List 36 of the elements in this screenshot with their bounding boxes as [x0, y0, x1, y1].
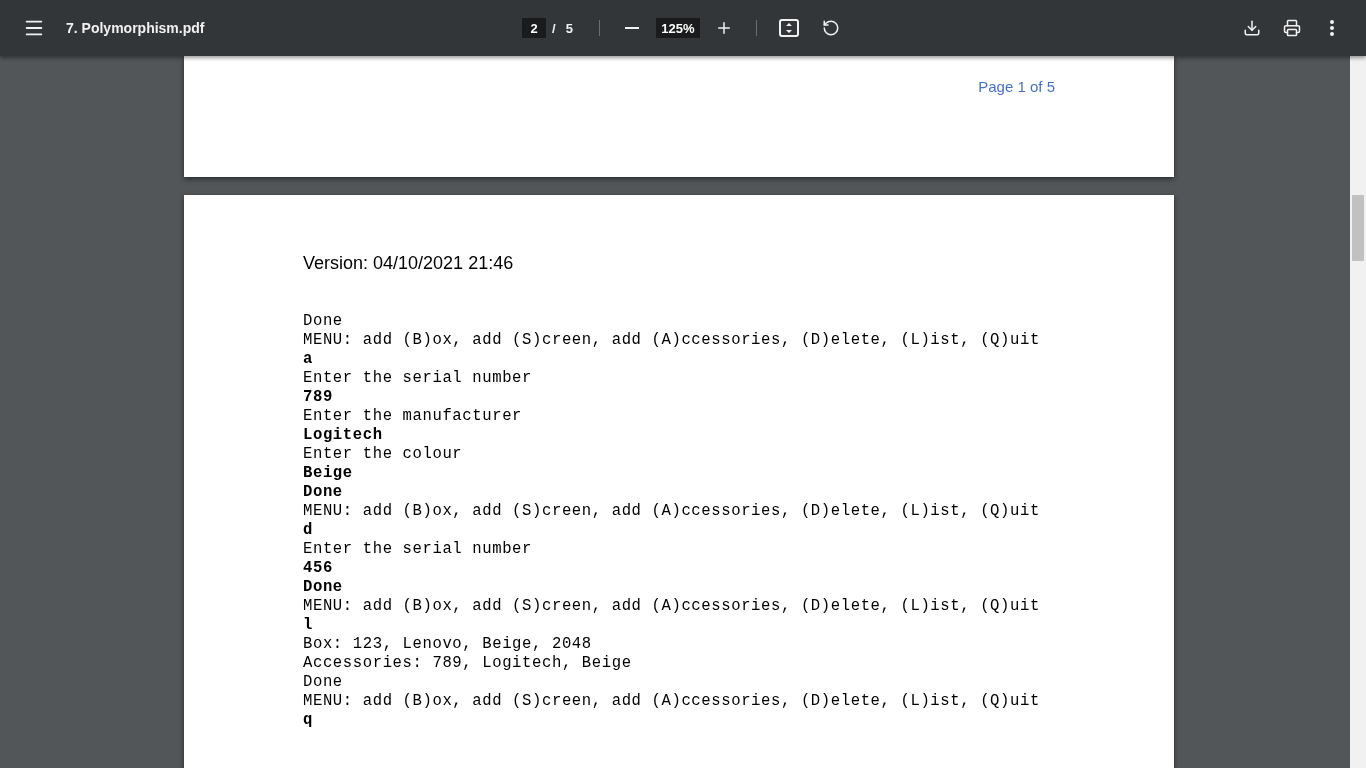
console-line: MENU: add (B)ox, add (S)creen, add (A)ccessories, (D)elete, (L)ist, (Q)uit: [303, 331, 1040, 350]
console-line: a: [303, 350, 313, 369]
page-separator: /: [552, 20, 556, 36]
page-total: 5: [565, 20, 573, 36]
console-line: l: [303, 616, 313, 635]
print-icon: [1283, 19, 1301, 37]
scrollbar[interactable]: [1350, 56, 1366, 768]
console-line: Accessories: 789, Logitech, Beige: [303, 654, 632, 673]
console-line: Done: [303, 483, 343, 502]
page-footer: Page 1 of 5: [978, 78, 1055, 95]
console-line: Done: [303, 312, 343, 331]
console-line: Done: [303, 673, 343, 692]
console-line: 456: [303, 559, 333, 578]
console-line: Enter the colour: [303, 445, 463, 464]
page-number-field[interactable]: 2: [522, 18, 546, 38]
more-icon: [1330, 20, 1334, 36]
console-line: Beige: [303, 464, 353, 483]
console-line: Enter the serial number: [303, 540, 533, 559]
console-line: 789: [303, 388, 333, 407]
fit-page-icon: [778, 19, 799, 37]
console-line: d: [303, 521, 313, 540]
version-text: Version: 04/10/2021 21:46: [303, 253, 515, 274]
rotate-icon: [821, 19, 840, 37]
scrollbar-thumb[interactable]: [1352, 195, 1364, 261]
console-line: Box: 123, Lenovo, Beige, 2048: [303, 635, 592, 654]
console-line: MENU: add (B)ox, add (S)creen, add (A)ccessories, (D)elete, (L)ist, (Q)uit: [303, 502, 1040, 521]
console-line: MENU: add (B)ox, add (S)creen, add (A)ccessories, (D)elete, (L)ist, (Q)uit: [303, 597, 1040, 616]
document-title: 7. Polymorphism.pdf: [66, 20, 206, 36]
console-line: Logitech: [303, 426, 383, 445]
download-icon: [1243, 19, 1261, 37]
console-line: q: [303, 711, 313, 730]
console-line: Done: [303, 578, 343, 597]
zoom-field[interactable]: 125%: [655, 18, 700, 38]
console-line: Enter the manufacturer: [303, 407, 523, 426]
console-line: Enter the serial number: [303, 369, 533, 388]
console-line: MENU: add (B)ox, add (S)creen, add (A)ccessories, (D)elete, (L)ist, (Q)uit: [303, 692, 1040, 711]
